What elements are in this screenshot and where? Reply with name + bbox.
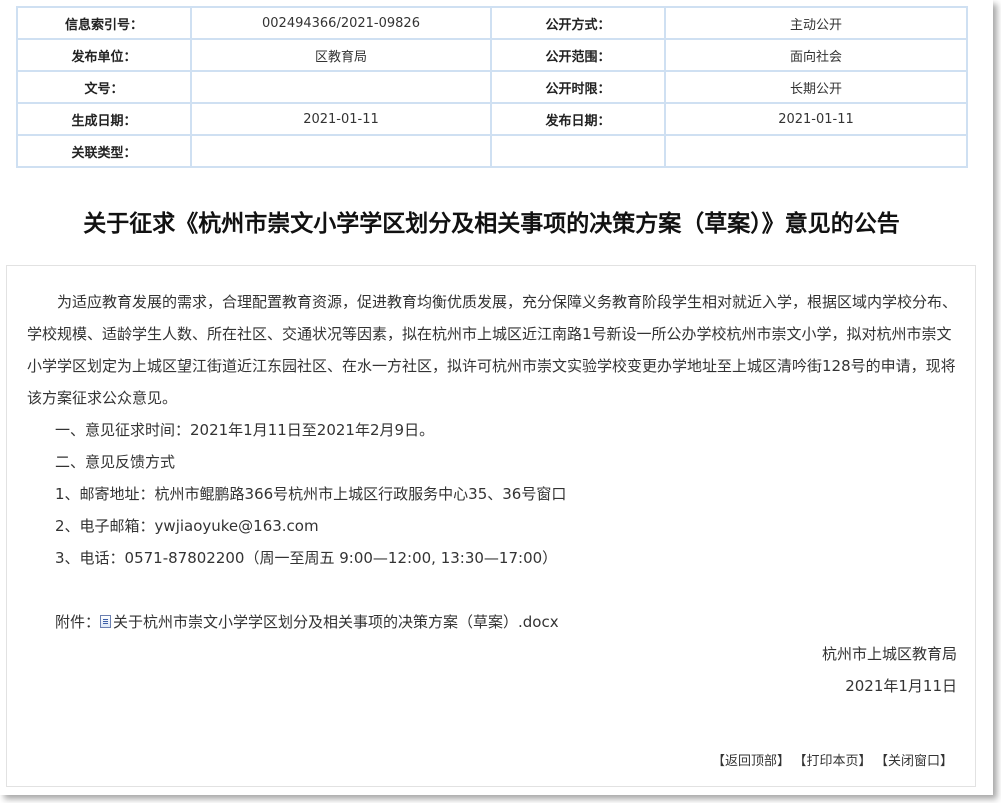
meta-label [490, 134, 666, 168]
meta-value [664, 134, 968, 168]
meta-value: 002494366/2021-09826 [190, 6, 492, 40]
item-consult-time: 一、意见征求时间：2021年1月11日至2021年2月9日。 [55, 421, 435, 439]
meta-value: 2021-01-11 [190, 102, 492, 136]
meta-value: 主动公开 [664, 6, 968, 40]
signer: 杭州市上城区教育局 [821, 645, 957, 663]
attachment-link[interactable]: 关于杭州市崇文小学学区划分及相关事项的决策方案（草案）.docx [113, 613, 559, 631]
meta-label: 公开范围： [490, 38, 666, 72]
article-content: 为适应教育发展的需求，合理配置教育资源，促进教育均衡优质发展，充分保障义务教育阶… [6, 265, 976, 787]
meta-value: 面向社会 [664, 38, 968, 72]
back-to-top-link[interactable]: 【返回顶部】 [712, 754, 790, 769]
info-meta-table: 信息索引号： 002494366/2021-09826 公开方式： 主动公开 发… [16, 6, 968, 168]
meta-value: 2021-01-11 [664, 102, 968, 136]
item-phone: 3、电话：0571-87802200（周一至周五 9:00—12:00, 13:… [55, 549, 558, 567]
word-doc-icon [100, 615, 112, 628]
item-mail-address: 1、邮寄地址：杭州市鲲鹏路366号杭州市上城区行政服务中心35、36号窗口 [55, 485, 567, 503]
meta-row: 生成日期： 2021-01-11 发布日期： 2021-01-11 [16, 102, 968, 136]
page-frame: 信息索引号： 002494366/2021-09826 公开方式： 主动公开 发… [0, 0, 993, 795]
publish-date: 2021年1月11日 [845, 677, 957, 695]
attachment-label: 附件： [55, 613, 101, 631]
meta-label: 文号： [16, 70, 192, 104]
footer-links: 【返回顶部】 【打印本页】 【关闭窗口】 [702, 750, 953, 769]
item-email: 2、电子邮箱：ywjiaoyuke@163.com [55, 517, 319, 535]
meta-label: 关联类型： [16, 134, 192, 168]
attachment-line: 附件： 关于杭州市崇文小学学区划分及相关事项的决策方案（草案）.docx [55, 606, 559, 638]
intro-paragraph: 为适应教育发展的需求，合理配置教育资源，促进教育均衡优质发展，充分保障义务教育阶… [27, 293, 958, 407]
article-title: 关于征求《杭州市崇文小学学区划分及相关事项的决策方案（草案）》意见的公告 [83, 211, 900, 237]
print-page-link[interactable]: 【打印本页】 [800, 754, 872, 769]
meta-row: 信息索引号： 002494366/2021-09826 公开方式： 主动公开 [16, 6, 968, 40]
meta-label: 发布单位： [16, 38, 192, 72]
meta-label: 公开时限： [490, 70, 666, 104]
meta-label: 生成日期： [16, 102, 192, 136]
close-window-link[interactable]: 【关闭窗口】 [881, 754, 953, 769]
meta-value: 长期公开 [664, 70, 968, 104]
meta-label: 发布日期： [490, 102, 666, 136]
meta-row: 文号： 公开时限： 长期公开 [16, 70, 968, 104]
meta-row: 发布单位： 区教育局 公开范围： 面向社会 [16, 38, 968, 72]
meta-value [190, 134, 492, 168]
meta-label: 信息索引号： [16, 6, 192, 40]
meta-value [190, 70, 492, 104]
item-feedback-heading: 二、意见反馈方式 [55, 453, 176, 471]
meta-row: 关联类型： [16, 134, 968, 168]
meta-label: 公开方式： [490, 6, 666, 40]
meta-value: 区教育局 [190, 38, 492, 72]
